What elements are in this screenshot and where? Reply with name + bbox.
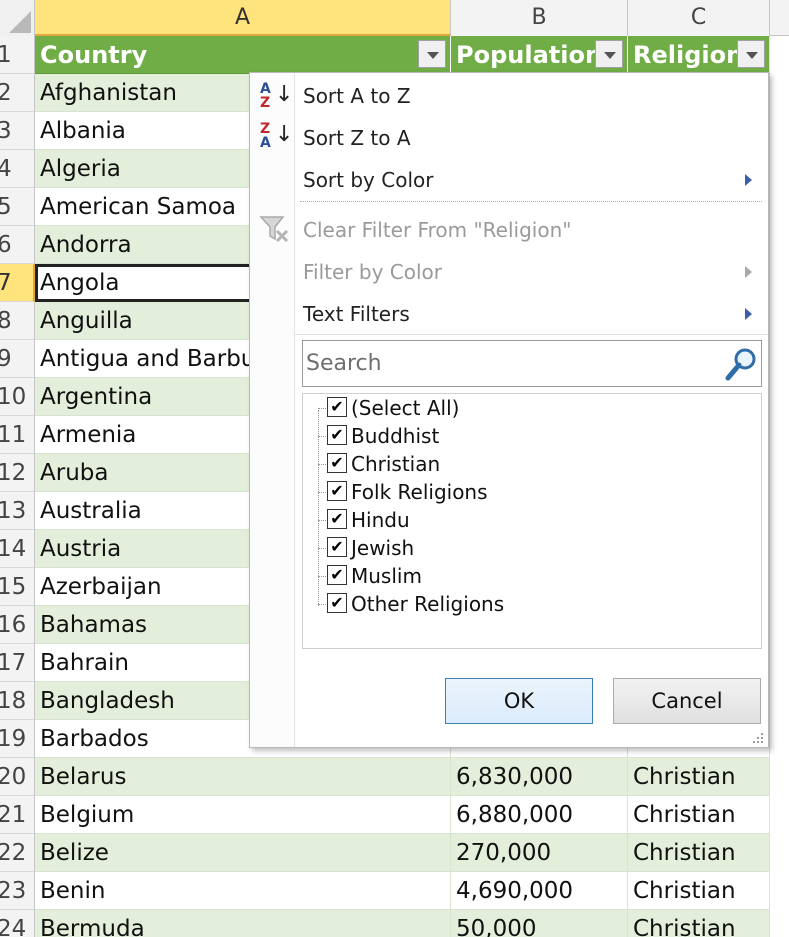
- filter-button-religion[interactable]: [737, 40, 765, 68]
- checkbox[interactable]: ✔: [327, 453, 347, 473]
- row-number[interactable]: 16: [0, 606, 35, 644]
- filter-list-label: (Select All): [351, 396, 460, 420]
- resize-grip-icon[interactable]: [751, 730, 765, 744]
- row-number[interactable]: 1: [0, 36, 35, 74]
- row-number[interactable]: 23: [0, 872, 35, 910]
- filter-list-label: Hindu: [351, 508, 410, 532]
- select-all-triangle-icon: [9, 11, 31, 33]
- menu-item-filter-by-color[interactable]: Filter by Color: [294, 252, 768, 292]
- menu-separator: [300, 201, 762, 202]
- checkbox[interactable]: ✔: [327, 397, 347, 417]
- cell-population[interactable]: 270,000: [451, 834, 628, 872]
- filter-list-label: Jewish: [351, 536, 415, 560]
- row-number[interactable]: 22: [0, 834, 35, 872]
- table-row: 23Benin4,690,000Christian: [0, 872, 789, 910]
- row-number[interactable]: 3: [0, 112, 35, 150]
- row-number[interactable]: 20: [0, 758, 35, 796]
- filter-button-population[interactable]: [595, 40, 623, 68]
- submenu-arrow-icon: [745, 266, 752, 278]
- ok-button[interactable]: OK: [445, 678, 593, 724]
- sort-ascending-icon: A Z ↓: [260, 81, 294, 111]
- menu-item-clear-filter[interactable]: Clear Filter From "Religion": [294, 210, 768, 250]
- cell-population[interactable]: 50,000: [451, 910, 628, 937]
- column-header-a[interactable]: A: [35, 0, 451, 36]
- row-number[interactable]: 17: [0, 644, 35, 682]
- select-all-corner[interactable]: [0, 0, 35, 36]
- submenu-arrow-icon: [745, 174, 752, 186]
- cell-religion[interactable]: Christian: [628, 872, 770, 910]
- filter-list-label: Other Religions: [351, 592, 505, 616]
- cell-population[interactable]: 6,830,000: [451, 758, 628, 796]
- row-number[interactable]: 6: [0, 226, 35, 264]
- cell-country[interactable]: Belarus: [35, 758, 451, 796]
- row-number[interactable]: 13: [0, 492, 35, 530]
- column-header-b[interactable]: B: [451, 0, 628, 36]
- row-number[interactable]: 11: [0, 416, 35, 454]
- row-number[interactable]: 21: [0, 796, 35, 834]
- cell-religion[interactable]: Christian: [628, 834, 770, 872]
- cell-religion[interactable]: Christian: [628, 796, 770, 834]
- filter-list-label: Christian: [351, 452, 441, 476]
- row-number[interactable]: 14: [0, 530, 35, 568]
- filter-list-label: Muslim: [351, 564, 422, 588]
- table-row: 24Bermuda50,000Christian: [0, 910, 789, 937]
- checkbox[interactable]: ✔: [327, 593, 347, 613]
- filter-search-box: [302, 340, 762, 387]
- row-number[interactable]: 5: [0, 188, 35, 226]
- magnifier-icon[interactable]: [723, 345, 759, 383]
- search-input[interactable]: [303, 341, 713, 385]
- row-number[interactable]: 8: [0, 302, 35, 340]
- row-number[interactable]: 9: [0, 340, 35, 378]
- column-header-bar: A B C: [0, 0, 789, 36]
- dropdown-arrow-icon: [427, 52, 439, 59]
- row-number[interactable]: 15: [0, 568, 35, 606]
- cell-country[interactable]: Bermuda: [35, 910, 451, 937]
- column-header-c[interactable]: C: [628, 0, 770, 36]
- table-row: 21Belgium6,880,000Christian: [0, 796, 789, 834]
- row-number[interactable]: 12: [0, 454, 35, 492]
- row-number[interactable]: 10: [0, 378, 35, 416]
- dropdown-arrow-icon: [604, 52, 616, 59]
- menu-item-sort-a-to-z[interactable]: Sort A to Z: [294, 76, 768, 116]
- filter-button-country[interactable]: [418, 40, 446, 68]
- cell-population[interactable]: 6,880,000: [451, 796, 628, 834]
- filter-list-label: Buddhist: [351, 424, 440, 448]
- cell-country[interactable]: Belgium: [35, 796, 451, 834]
- checkbox[interactable]: ✔: [327, 481, 347, 501]
- menu-item-text-filters[interactable]: Text Filters: [294, 294, 768, 334]
- checkbox[interactable]: ✔: [327, 425, 347, 445]
- cell-country[interactable]: Benin: [35, 872, 451, 910]
- cell-population[interactable]: 4,690,000: [451, 872, 628, 910]
- table-row: 20Belarus6,830,000Christian: [0, 758, 789, 796]
- sort-descending-icon: Z A ↓: [260, 121, 294, 151]
- row-number[interactable]: 19: [0, 720, 35, 758]
- row-number[interactable]: 2: [0, 74, 35, 112]
- menu-item-sort-by-color[interactable]: Sort by Color: [294, 160, 768, 200]
- checkbox[interactable]: ✔: [327, 537, 347, 557]
- header-cell-country[interactable]: Country: [35, 36, 451, 74]
- row-number[interactable]: 7: [0, 264, 35, 302]
- row-number[interactable]: 24: [0, 910, 35, 937]
- menu-item-sort-z-to-a[interactable]: Sort Z to A: [294, 118, 768, 158]
- menu-icon-gutter: [250, 73, 295, 747]
- cell-religion[interactable]: Christian: [628, 910, 770, 937]
- menu-separator: [295, 334, 768, 335]
- dropdown-arrow-icon: [746, 52, 758, 59]
- table-row: 22Belize270,000Christian: [0, 834, 789, 872]
- cancel-button[interactable]: Cancel: [613, 678, 761, 724]
- clear-filter-icon: [258, 213, 290, 245]
- row-number[interactable]: 4: [0, 150, 35, 188]
- cell-religion[interactable]: Christian: [628, 758, 770, 796]
- filter-list-label: Folk Religions: [351, 480, 488, 504]
- cell-country[interactable]: Belize: [35, 834, 451, 872]
- table-header-row: 1 Country Population Religion: [0, 36, 789, 74]
- checkbox[interactable]: ✔: [327, 509, 347, 529]
- row-number[interactable]: 18: [0, 682, 35, 720]
- submenu-arrow-icon: [745, 308, 752, 320]
- checkbox[interactable]: ✔: [327, 565, 347, 585]
